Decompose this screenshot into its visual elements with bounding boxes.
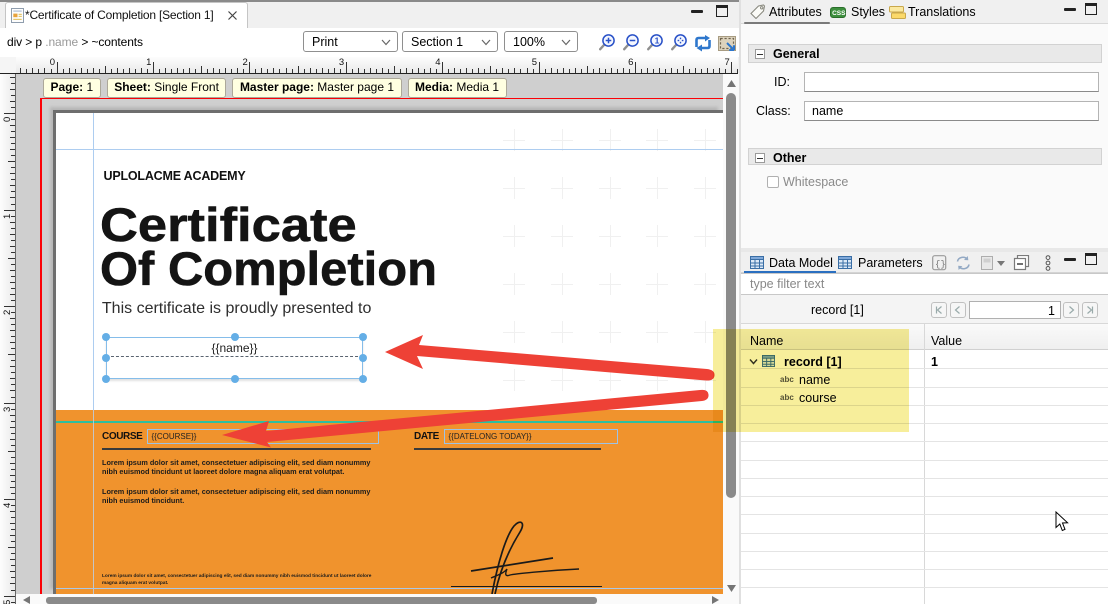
svg-text:CSS: CSS xyxy=(832,10,846,17)
svg-text:1: 1 xyxy=(655,35,660,45)
svg-text:{}: {} xyxy=(935,260,946,270)
